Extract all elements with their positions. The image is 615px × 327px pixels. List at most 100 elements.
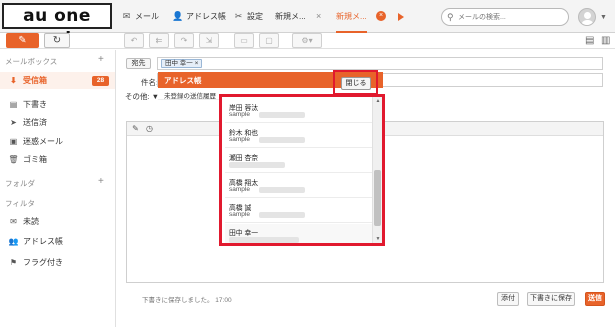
reply-button[interactable]: ↶ xyxy=(124,33,144,48)
other-options-toggle[interactable]: その他: ▼ xyxy=(125,91,159,102)
tab-mail[interactable]: ✉ メール xyxy=(121,0,159,33)
scrollbar-thumb[interactable] xyxy=(374,170,381,226)
attach-button[interactable]: 添付 xyxy=(497,292,519,306)
address-entry-mail: sample xyxy=(229,136,250,143)
redacted-address xyxy=(259,112,305,118)
mail-search[interactable]: ⚲ xyxy=(441,8,569,26)
sidebar-item-drafts[interactable]: ▤ 下書き xyxy=(0,96,115,113)
tab-address-book[interactable]: 👤 アドレス帳 xyxy=(172,0,226,33)
scroll-up-icon[interactable]: ▲ xyxy=(374,97,382,105)
label-icon: ▢ xyxy=(265,36,273,45)
address-entry-name: 田中 幸一 xyxy=(229,230,259,237)
save-draft-button[interactable]: 下書きに保存 xyxy=(527,292,575,306)
avatar-caret-icon[interactable]: ▼ xyxy=(600,14,607,21)
add-folder-icon[interactable]: + xyxy=(98,177,104,187)
add-mailbox-icon[interactable]: + xyxy=(98,55,104,65)
address-entry-mail: sample xyxy=(229,211,250,218)
sidebar-item-spam-label: 迷惑メール xyxy=(23,137,63,146)
archive-icon: ▭ xyxy=(240,36,248,45)
top-bar: au one net ✉ メール 👤アドレス帳 ✂ 設定 新規メ... × 新規メ.… xyxy=(0,0,615,48)
close-address-book-button[interactable]: 閉じる xyxy=(341,77,371,90)
tab-settings-label: 設定 xyxy=(247,12,263,21)
redacted-address xyxy=(259,137,305,143)
flag-icon: ⚑ xyxy=(9,258,18,267)
address-entry-name: 瀬田 杏奈 xyxy=(229,155,259,162)
move-icon: ⇲ xyxy=(205,36,213,45)
send-button[interactable]: 送信 xyxy=(585,292,605,306)
pencil-icon: ✎ xyxy=(18,35,27,46)
refresh-button[interactable]: ↻ xyxy=(44,33,70,48)
address-entry[interactable]: 岸田 蓉汰 sample xyxy=(225,99,375,123)
mail-icon: ✉ xyxy=(122,11,131,21)
archive-button[interactable]: ▭ xyxy=(234,33,254,48)
clock-icon[interactable]: ◷ xyxy=(144,123,155,134)
address-entry[interactable]: 鈴木 和也 sample xyxy=(225,124,375,148)
split-view-icon[interactable]: ▥ xyxy=(601,35,610,47)
tab-new-mail-1[interactable]: 新規メ... xyxy=(275,0,306,33)
tools-icon: ✂ xyxy=(234,11,243,21)
tab-settings[interactable]: ✂ 設定 xyxy=(233,0,263,33)
sidebar-item-flagged[interactable]: ⚑ フラグ付き xyxy=(0,254,115,271)
address-list-scrollbar[interactable]: ▲ ▼ xyxy=(372,97,382,243)
gear-icon: ⚙▾ xyxy=(301,36,313,45)
sidebar-item-address-book[interactable]: 👥 アドレス帳 xyxy=(0,233,115,250)
address-entry-mail: sample xyxy=(229,111,250,118)
avatar-head xyxy=(584,12,591,19)
sidebar-item-sent-label: 送信済 xyxy=(23,118,47,127)
filters-header: フィルタ xyxy=(5,199,35,208)
unregistered-history-tab[interactable]: 未登録の送信履歴 xyxy=(158,88,222,100)
people-icon: 👥 xyxy=(8,237,19,246)
address-book-list[interactable]: 岸田 蓉汰 sample 鈴木 和也 sample 瀬田 杏奈 高橋 翔太 sa… xyxy=(219,94,385,246)
draft-saved-status: 下書きに保存しました。 17:00 xyxy=(142,297,232,304)
tab-new-mail-1-close-icon[interactable]: × xyxy=(316,11,321,22)
address-entry[interactable]: 瀬田 杏奈 xyxy=(225,149,375,173)
redacted-address xyxy=(229,162,285,168)
mailbox-header: メールボックス xyxy=(5,57,58,66)
action-toolbar: ✎ ↻ ↶ ⇇ ↷ ⇲ ▭ ▢ ⚙▾ ▤ ▥ xyxy=(0,33,615,49)
more-tabs-arrow-icon[interactable] xyxy=(398,13,404,21)
address-entry[interactable]: 高橋 翔太 sample xyxy=(225,174,375,198)
sidebar-item-unread[interactable]: ✉ 未読 xyxy=(0,213,115,230)
sidebar-item-spam[interactable]: ▣ 迷惑メール xyxy=(0,133,115,150)
sidebar-item-unread-label: 未読 xyxy=(23,217,39,226)
reply-all-button[interactable]: ⇇ xyxy=(149,33,169,48)
inbox-unread-badge: 28 xyxy=(92,76,109,86)
folders-header: フォルダ xyxy=(5,179,35,188)
to-field[interactable]: 田中 幸一 × xyxy=(157,57,603,70)
forward-button[interactable]: ↷ xyxy=(174,33,194,48)
tab-new-mail-1-label: 新規メ... xyxy=(275,12,306,21)
avatar-body xyxy=(581,20,594,25)
move-button[interactable]: ⇲ xyxy=(199,33,219,48)
sidebar-item-drafts-label: 下書き xyxy=(23,100,47,109)
spam-icon: ▣ xyxy=(9,137,18,146)
recipient-chip[interactable]: 田中 幸一 × xyxy=(161,59,203,68)
to-button[interactable]: 宛先 xyxy=(126,58,151,69)
address-entry[interactable]: 高橋 誠 sample xyxy=(225,199,375,223)
sidebar-item-sent[interactable]: ➤ 送信済 xyxy=(0,114,115,131)
scroll-down-icon[interactable]: ▼ xyxy=(374,235,382,243)
sidebar-item-inbox[interactable]: ⬇ 受信箱 28 xyxy=(0,72,115,89)
compose-button[interactable]: ✎ xyxy=(6,33,39,48)
attachment-icon[interactable]: ✎ xyxy=(130,123,141,134)
forward-icon: ↷ xyxy=(180,36,188,45)
redacted-address xyxy=(259,212,305,218)
mail-search-input[interactable] xyxy=(458,11,564,23)
person-icon: 👤 xyxy=(172,11,184,21)
address-book-title: アドレス帳 xyxy=(164,76,202,85)
unregistered-history-label: 未登録の送信履歴 xyxy=(164,93,216,100)
trash-icon: 🗑 xyxy=(8,155,19,164)
sidebar-item-inbox-label: 受信箱 xyxy=(23,76,47,85)
tab-new-mail-2-close-icon[interactable]: × xyxy=(376,11,386,21)
au-one-net-logo[interactable]: au one net xyxy=(2,3,112,48)
list-view-icon[interactable]: ▤ xyxy=(585,35,594,47)
label-button[interactable]: ▢ xyxy=(259,33,279,48)
sidebar-item-trash[interactable]: 🗑 ゴミ箱 xyxy=(0,151,115,168)
settings-dropdown-button[interactable]: ⚙▾ xyxy=(292,33,322,48)
user-avatar[interactable] xyxy=(578,8,596,26)
tab-new-mail-2-label: 新規メ... xyxy=(336,12,367,21)
tab-address-book-label: アドレス帳 xyxy=(186,12,226,21)
inbox-icon: ⬇ xyxy=(10,76,17,85)
redacted-address xyxy=(229,237,299,243)
address-entry[interactable]: 田中 幸一 xyxy=(225,224,375,243)
tab-new-mail-2[interactable]: 新規メ... xyxy=(336,0,367,33)
